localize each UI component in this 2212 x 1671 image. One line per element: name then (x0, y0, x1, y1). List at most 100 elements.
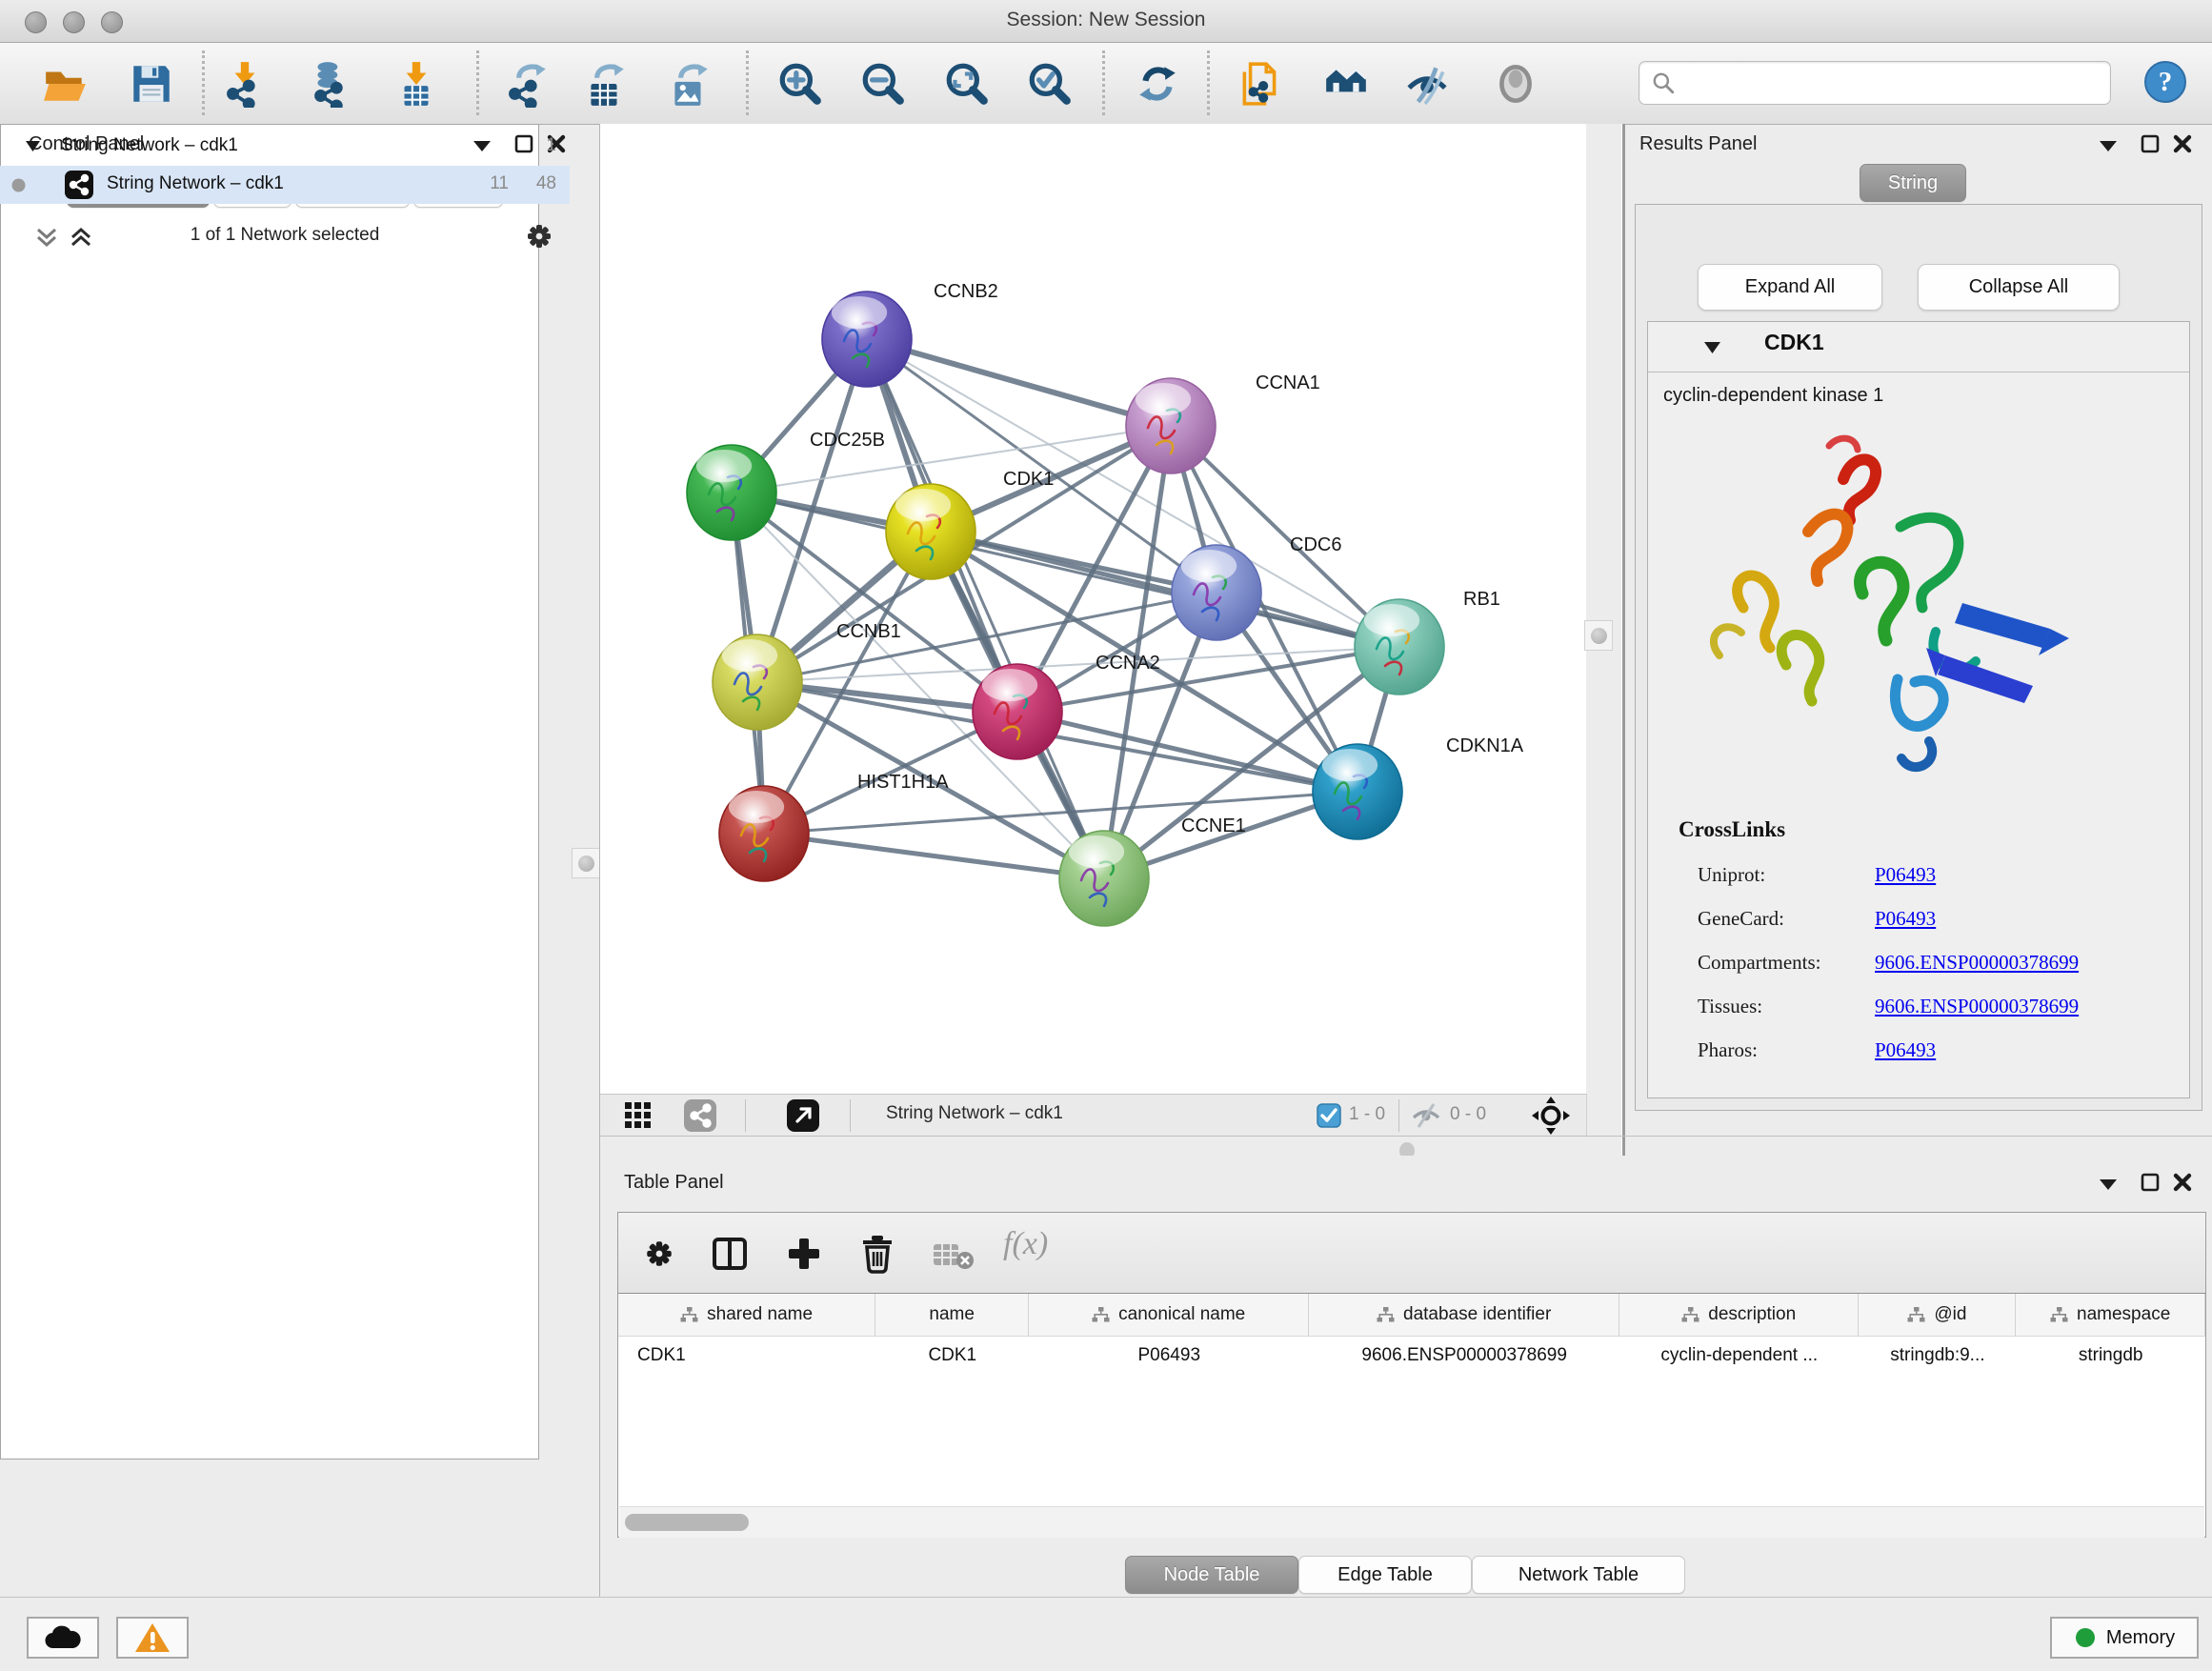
open-session-button[interactable] (42, 60, 90, 108)
zoom-fit-button[interactable] (943, 60, 991, 108)
grid-view-icon[interactable] (623, 1100, 654, 1131)
network-node-cdk1[interactable] (886, 484, 975, 579)
column-header-canonical-name[interactable]: canonical name (1029, 1294, 1309, 1336)
selected-count: 1 - 0 (1349, 1104, 1385, 1125)
collapse-all-button[interactable]: Collapse All (1918, 264, 2120, 311)
network-row[interactable]: String Network – cdk1 11 48 (0, 166, 570, 204)
hide-unhide-button[interactable] (1403, 60, 1451, 108)
crosslink-value-link[interactable]: P06493 (1875, 907, 1936, 931)
import-table-from-file-button[interactable] (392, 60, 440, 108)
help-icon: ? (2142, 59, 2188, 105)
column-header-database-identifier[interactable]: database identifier (1309, 1294, 1619, 1336)
panel-close-icon[interactable] (2173, 134, 2192, 153)
hidden-eye-icon[interactable] (1410, 1102, 1442, 1129)
help-button[interactable]: ? (2142, 59, 2190, 107)
cloud-status-button[interactable] (27, 1617, 99, 1659)
warnings-button[interactable] (116, 1617, 189, 1659)
show-all-networks-button[interactable] (1322, 60, 1370, 108)
function-builder-button[interactable]: f(x) (1003, 1226, 1048, 1262)
panel-float-icon[interactable] (2141, 134, 2160, 153)
delete-table-icon[interactable] (933, 1241, 975, 1270)
panel-menu-icon[interactable] (2099, 1178, 2118, 1191)
network-from-document-button[interactable] (1237, 60, 1284, 108)
tab-network-table[interactable]: Network Table (1472, 1556, 1685, 1594)
apply-layout-button[interactable] (1134, 60, 1181, 108)
zoom-selected-button[interactable] (1026, 60, 1074, 108)
table-cell[interactable]: stringdb (2016, 1336, 2205, 1376)
crosslinks-list: Uniprot:P06493GeneCard:P06493Compartment… (1698, 856, 2174, 1075)
network-edge[interactable] (867, 339, 1171, 426)
node-label-ccnb1: CCNB1 (836, 621, 901, 642)
memory-button[interactable]: Memory (2050, 1617, 2199, 1659)
center-view-icon[interactable] (1532, 1097, 1570, 1135)
network-edge[interactable] (732, 426, 1171, 493)
inactive-eye-button[interactable] (1492, 60, 1539, 108)
tab-string[interactable]: String (1860, 164, 1966, 202)
column-header--id[interactable]: @id (1859, 1294, 2016, 1336)
network-node-cdc6[interactable] (1172, 545, 1261, 640)
network-node-cdc25b[interactable] (687, 445, 776, 540)
import-network-from-file-button[interactable] (221, 60, 269, 108)
panel-float-icon[interactable] (2141, 1173, 2160, 1192)
crosslink-value-link[interactable]: P06493 (1875, 1038, 1936, 1062)
network-birdseye-icon[interactable] (684, 1099, 716, 1132)
crosslink-value-link[interactable]: P06493 (1875, 863, 1936, 887)
protein-collapse-icon[interactable] (1703, 341, 1721, 354)
column-header-shared-name[interactable]: shared name (618, 1294, 875, 1336)
export-table-button[interactable] (581, 60, 629, 108)
svg-text:?: ? (2159, 67, 2173, 97)
expand-all-button[interactable]: Expand All (1698, 264, 1882, 311)
network-node-rb1[interactable] (1355, 599, 1444, 695)
table-cell[interactable]: stringdb:9... (1859, 1336, 2016, 1376)
network-node-ccnb2[interactable] (822, 292, 912, 387)
crosslink-value-link[interactable]: 9606.ENSP00000378699 (1875, 995, 2079, 1018)
table-cell[interactable]: CDK1 (875, 1336, 1029, 1376)
tab-edge-table[interactable]: Edge Table (1298, 1556, 1472, 1594)
search-field[interactable] (1639, 61, 2111, 105)
tab-node-table[interactable]: Node Table (1125, 1556, 1298, 1594)
column-header-namespace[interactable]: namespace (2016, 1294, 2205, 1336)
panel-menu-icon[interactable] (2099, 139, 2118, 152)
network-node-ccna2[interactable] (973, 664, 1062, 759)
network-edge[interactable] (867, 339, 1104, 878)
save-session-button[interactable] (128, 60, 175, 108)
network-collection-row[interactable]: String Network – cdk1 1 (0, 128, 570, 166)
detach-view-icon[interactable] (787, 1099, 819, 1132)
network-node-ccna1[interactable] (1126, 378, 1216, 473)
show-columns-icon[interactable] (712, 1236, 748, 1272)
import-network-from-database-button[interactable] (307, 60, 354, 108)
network-node-cdkn1a[interactable] (1313, 744, 1402, 839)
table-cell[interactable]: cyclin-dependent ... (1619, 1336, 1859, 1376)
network-edge[interactable] (764, 834, 1104, 878)
right-splitter-handle[interactable] (1584, 620, 1613, 651)
network-label: String Network – cdk1 (107, 173, 284, 194)
network-node-hist1h1a[interactable] (719, 786, 809, 881)
crosslink-value-link[interactable]: 9606.ENSP00000378699 (1875, 951, 2079, 975)
search-input[interactable] (1681, 66, 2104, 100)
search-icon (1651, 70, 1676, 95)
create-column-icon[interactable] (786, 1236, 822, 1272)
delete-column-icon[interactable] (858, 1234, 896, 1274)
table-hscrollbar[interactable] (619, 1506, 2204, 1538)
export-image-button[interactable] (665, 60, 713, 108)
panel-close-icon[interactable] (2173, 1173, 2192, 1192)
column-header-description[interactable]: description (1619, 1294, 1859, 1336)
collection-expand-icon[interactable] (25, 140, 41, 152)
table-row[interactable]: CDK1CDK1P064939606.ENSP00000378699cyclin… (618, 1336, 2205, 1376)
table-cell[interactable]: CDK1 (618, 1336, 875, 1376)
zoom-in-button[interactable] (776, 60, 824, 108)
network-node-ccnb1[interactable] (713, 634, 802, 730)
network-canvas[interactable]: CCNB2CCNA1CDC25BCDK1CDC6RB1CCNB1CCNA2CDK… (600, 124, 1587, 1094)
hscrollbar-thumb[interactable] (625, 1514, 749, 1531)
string-network-graph[interactable]: CCNB2CCNA1CDC25BCDK1CDC6RB1CCNB1CCNA2CDK… (600, 124, 1586, 1094)
network-node-ccne1[interactable] (1059, 831, 1149, 926)
table-cell[interactable]: 9606.ENSP00000378699 (1309, 1336, 1619, 1376)
left-splitter-handle[interactable] (572, 848, 600, 878)
network-options-gear-icon[interactable] (524, 221, 554, 252)
column-header-name[interactable]: name (875, 1294, 1029, 1336)
table-options-gear-icon[interactable] (643, 1238, 675, 1270)
zoom-out-button[interactable] (859, 60, 907, 108)
export-network-button[interactable] (503, 60, 551, 108)
table-cell[interactable]: P06493 (1029, 1336, 1309, 1376)
selected-checkbox-icon[interactable] (1317, 1103, 1341, 1128)
